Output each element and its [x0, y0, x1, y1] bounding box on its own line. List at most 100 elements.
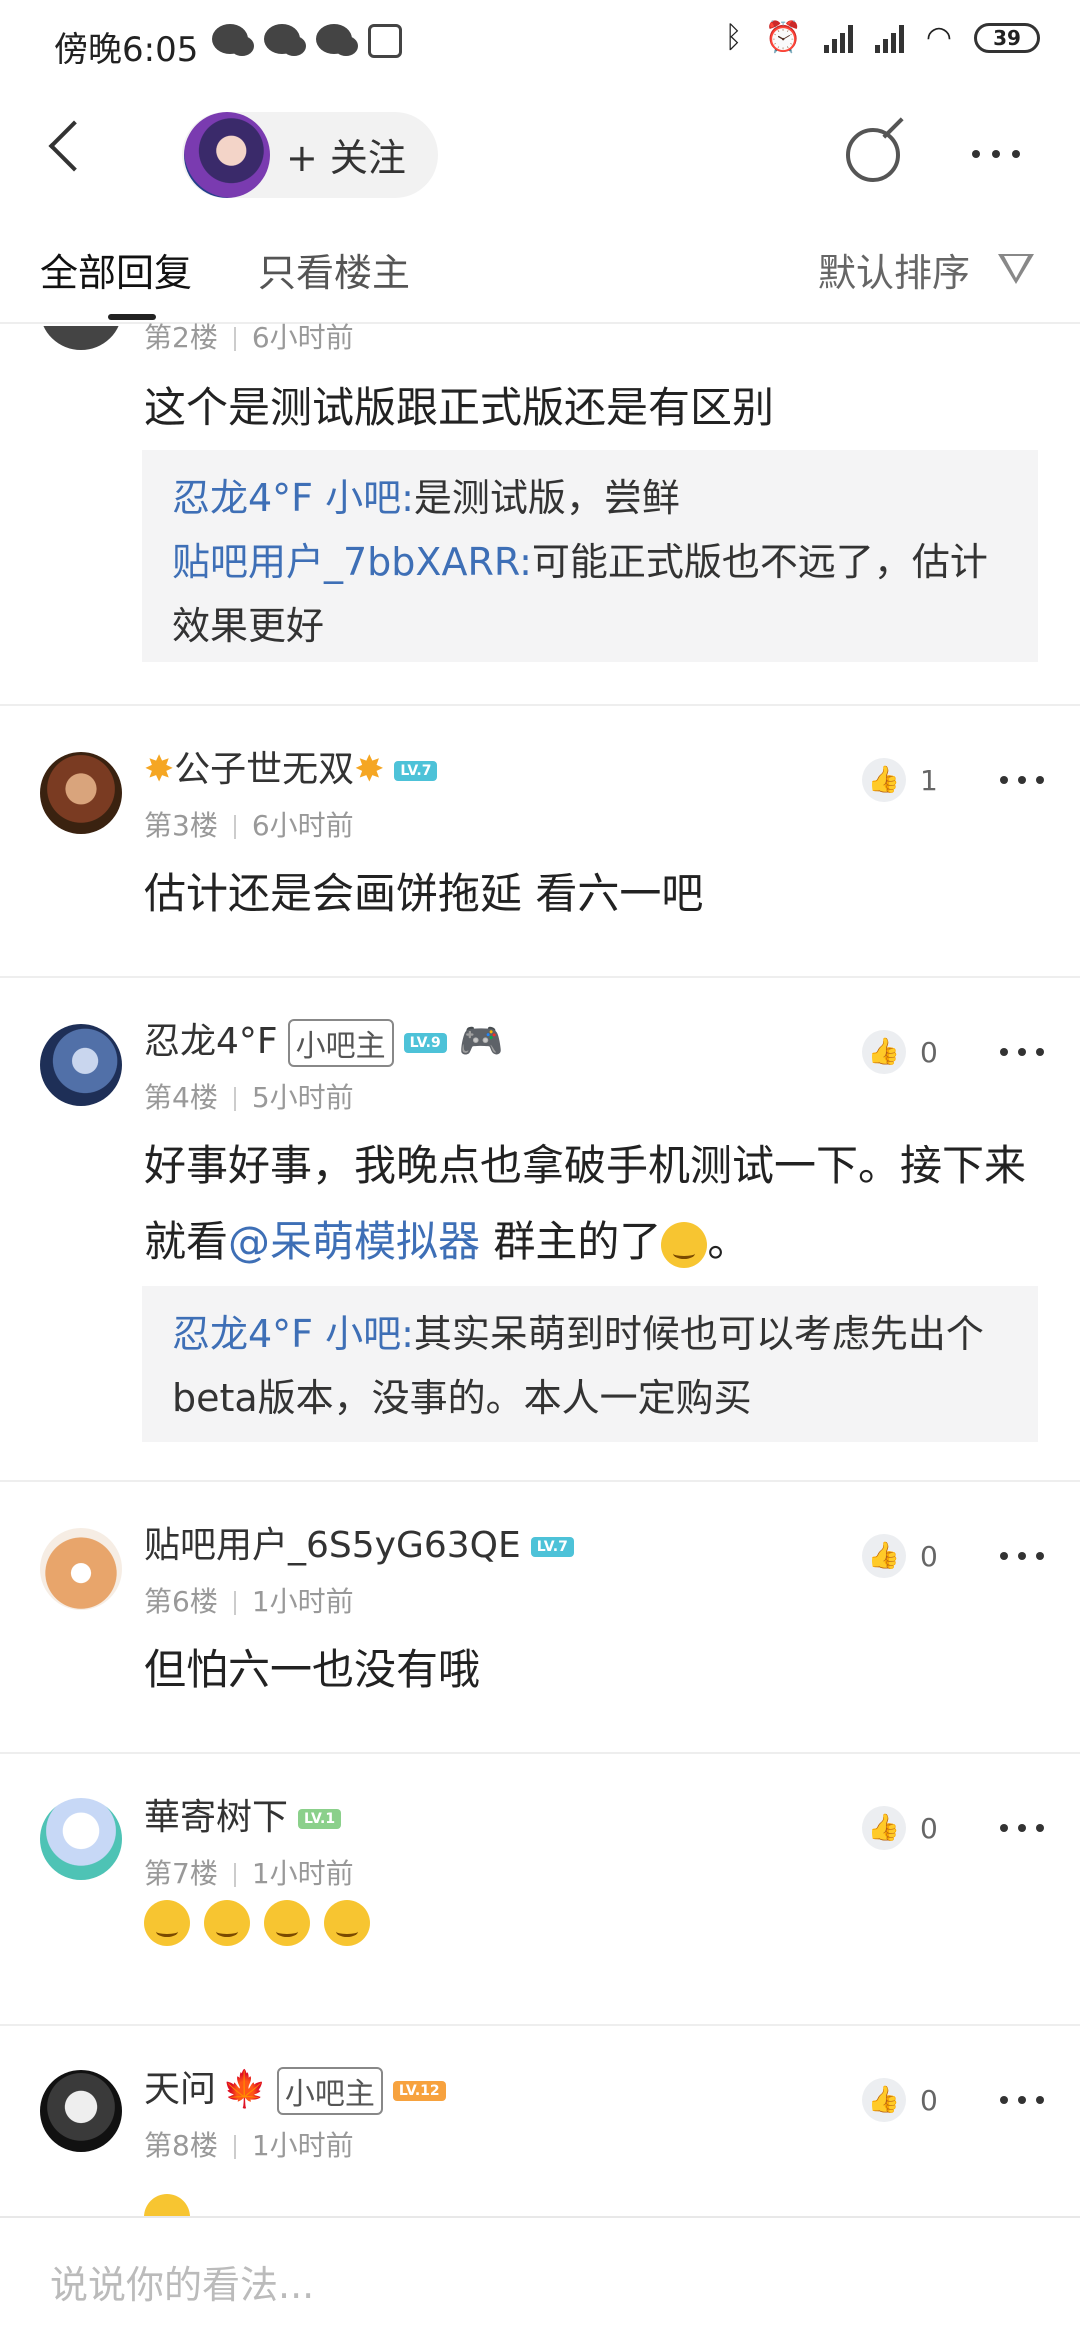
- thumbs-up-icon: 👍: [862, 1806, 906, 1850]
- post-content: 估计还是会画饼拖延 看六一吧: [144, 869, 704, 918]
- floor-number: 第8楼: [144, 2129, 218, 2162]
- thread-owner-avatar[interactable]: [184, 112, 270, 198]
- sub-reply: 贴吧用户_7bbXARR:可能正式版也不远了，估计效果更好: [172, 530, 1008, 658]
- tab-owner-only[interactable]: 只看楼主: [258, 242, 410, 297]
- game-controller-icon: 🎮: [458, 1021, 504, 1062]
- username[interactable]: 忍龙4°F 小吧主 LV.9 🎮: [144, 1012, 504, 1067]
- sub-reply: 忍龙4°F 小吧:其实呆萌到时候也可以考虑先出个beta版本，没事的。本人一定购…: [172, 1302, 1008, 1430]
- username[interactable]: 贴吧用户_6S5yG63QE LV.7: [144, 1516, 574, 1568]
- username-text: 公子世无双: [174, 749, 355, 790]
- emoji-icon: [204, 1900, 250, 1946]
- avatar[interactable]: [40, 1024, 122, 1106]
- username-text: 華寄树下: [144, 1797, 289, 1838]
- floor-number: 第2楼: [144, 321, 218, 354]
- post-content: 但怕六一也没有哦: [144, 1645, 481, 1694]
- level-badge: LV.7: [394, 761, 438, 781]
- wechat-icon: [212, 24, 254, 56]
- battery-icon: 39: [974, 22, 1040, 53]
- avatar[interactable]: [40, 752, 122, 834]
- sub-replies[interactable]: 忍龙4°F 小吧:其实呆萌到时候也可以考虑先出个beta版本，没事的。本人一定购…: [142, 1286, 1038, 1442]
- username[interactable]: 天问 🍁 小吧主 LV.12: [144, 2060, 446, 2115]
- tab-all-replies[interactable]: 全部回复: [40, 242, 192, 297]
- username[interactable]: 華寄树下 LV.1: [144, 1788, 342, 1840]
- divider: [0, 1480, 1080, 1482]
- mention-link[interactable]: @呆萌模拟器: [228, 1217, 480, 1266]
- emoji-icon: [661, 1221, 708, 1268]
- post-meta: 第4楼 5小时前: [144, 1076, 354, 1116]
- fire-emoji-icon: ✸: [354, 749, 385, 790]
- post-time: 5小时前: [251, 1081, 354, 1114]
- like-button[interactable]: 👍 1: [862, 758, 938, 802]
- more-icon[interactable]: [1000, 2096, 1044, 2104]
- more-icon[interactable]: [972, 150, 1020, 158]
- post-meta: 第7楼 1小时前: [144, 1852, 354, 1892]
- floor-number: 第3楼: [144, 809, 218, 842]
- post-meta: 第6楼 1小时前: [144, 1580, 354, 1620]
- post-meta: 第8楼 1小时前: [144, 2124, 354, 2164]
- sub-reply-author[interactable]: 忍龙4°F 小吧:: [172, 1312, 414, 1356]
- signal-icon: [874, 23, 904, 53]
- username[interactable]: ✸公子世无双✸ LV.7: [144, 740, 438, 792]
- level-badge: LV.9: [403, 1033, 447, 1053]
- like-count: 0: [920, 1811, 938, 1845]
- filter-icon-inner: [1004, 256, 1028, 278]
- floor-number: 第6楼: [144, 1585, 218, 1618]
- more-icon[interactable]: [1000, 776, 1044, 784]
- sub-reply-author[interactable]: 贴吧用户_7bbXARR:: [172, 540, 532, 584]
- like-count: 0: [920, 1035, 938, 1069]
- avatar[interactable]: [40, 2070, 122, 2152]
- wifi-icon: ◠: [925, 20, 952, 55]
- app-notification-icon: [368, 24, 402, 58]
- post-meta: 第2楼 6小时前: [144, 316, 354, 356]
- thumbs-up-icon: 👍: [862, 1030, 906, 1074]
- username-text: 贴吧用户_6S5yG63QE: [144, 1525, 521, 1566]
- sort-dropdown[interactable]: 默认排序: [818, 242, 970, 297]
- post-time: 6小时前: [251, 809, 354, 842]
- sub-replies[interactable]: 忍龙4°F 小吧:是测试版，尝鲜 贴吧用户_7bbXARR:可能正式版也不远了，…: [142, 450, 1038, 662]
- maple-leaf-icon: 🍁: [222, 2069, 267, 2110]
- post-content: 好事好事，我晚点也拿破手机测试一下。接下来就看@呆萌模拟器 群主的了。: [144, 1128, 1040, 1280]
- level-badge: LV.12: [392, 2081, 446, 2101]
- back-icon[interactable]: [48, 120, 100, 172]
- emoji-icon: [264, 1900, 310, 1946]
- follow-label[interactable]: + 关注: [286, 127, 406, 182]
- bear-avatar[interactable]: [40, 1528, 122, 1610]
- emoji-icon: [144, 1900, 190, 1946]
- alarm-icon: ⏰: [764, 20, 802, 55]
- content-text: 。: [707, 1217, 750, 1266]
- divider: [0, 976, 1080, 978]
- post-meta: 第3楼 6小时前: [144, 804, 354, 844]
- signal-icon: [823, 23, 853, 53]
- divider: [0, 2024, 1080, 2026]
- thumbs-up-icon: 👍: [862, 1534, 906, 1578]
- like-button[interactable]: 👍 0: [862, 1806, 938, 1850]
- emoji-row: [144, 1900, 1040, 1946]
- username-text: 忍龙4°F: [144, 1021, 278, 1062]
- like-count: 0: [920, 1539, 938, 1573]
- username-text: 天问: [144, 2069, 217, 2110]
- thumbs-up-icon: 👍: [862, 758, 906, 802]
- like-button[interactable]: 👍 0: [862, 2078, 938, 2122]
- emoji-icon: [324, 1900, 370, 1946]
- status-time: 傍晚6:05: [54, 30, 199, 70]
- like-button[interactable]: 👍 0: [862, 1030, 938, 1074]
- level-badge: LV.1: [298, 1809, 342, 1829]
- notification-icons: [212, 24, 402, 58]
- share-arrow-icon: [882, 117, 904, 139]
- more-icon[interactable]: [1000, 1048, 1044, 1056]
- more-icon[interactable]: [1000, 1552, 1044, 1560]
- like-button[interactable]: 👍 0: [862, 1534, 938, 1578]
- content-text: 群主的了: [480, 1217, 662, 1266]
- masked-avatar[interactable]: [40, 1798, 122, 1880]
- moderator-tag: 小吧主: [276, 2067, 383, 2115]
- share-icon[interactable]: [846, 128, 900, 182]
- level-badge: LV.7: [530, 1537, 574, 1557]
- floor-number: 第4楼: [144, 1081, 218, 1114]
- reply-input[interactable]: 说说你的看法...: [50, 2254, 314, 2309]
- sub-reply-author[interactable]: 忍龙4°F 小吧:: [172, 476, 414, 520]
- fire-emoji-icon: ✸: [144, 749, 175, 790]
- battery-level: 39: [993, 25, 1021, 50]
- bluetooth-icon: ᛒ: [724, 20, 743, 55]
- like-count: 0: [920, 2083, 938, 2117]
- more-icon[interactable]: [1000, 1824, 1044, 1832]
